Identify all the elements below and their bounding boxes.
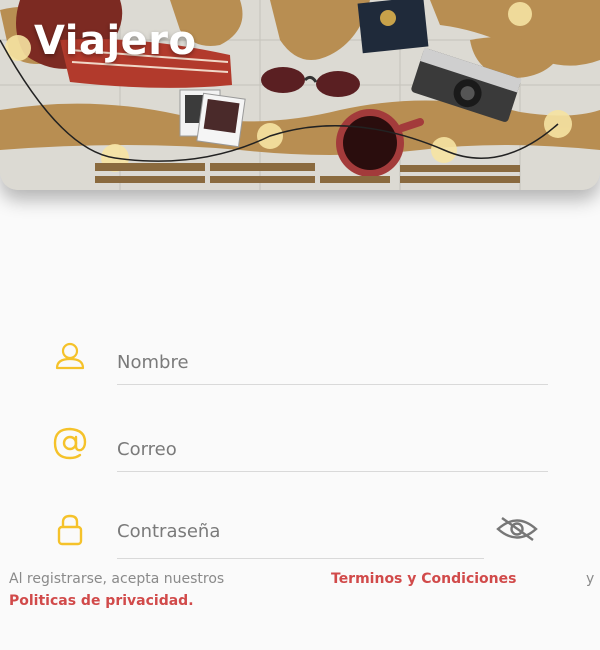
at-icon: [53, 427, 87, 460]
password-underline: [117, 558, 484, 559]
name-field-row: [0, 340, 600, 400]
name-underline: [117, 384, 548, 385]
email-field-row: [0, 426, 600, 486]
legal-and-text: y: [586, 571, 595, 587]
eye-off-icon[interactable]: [496, 516, 538, 542]
person-icon: [55, 342, 85, 370]
name-input[interactable]: [117, 348, 547, 376]
email-input[interactable]: [117, 435, 547, 463]
privacy-link[interactable]: Politicas de privacidad.: [9, 593, 194, 609]
lock-icon: [57, 514, 83, 546]
email-underline: [117, 471, 548, 472]
app-title: Viajero: [34, 18, 197, 64]
terms-link[interactable]: Terminos y Condiciones: [331, 571, 516, 587]
header-banner: Viajero: [0, 0, 600, 190]
legal-intro-text: Al registrarse, acepta nuestros: [9, 571, 225, 587]
password-input[interactable]: [117, 517, 477, 545]
